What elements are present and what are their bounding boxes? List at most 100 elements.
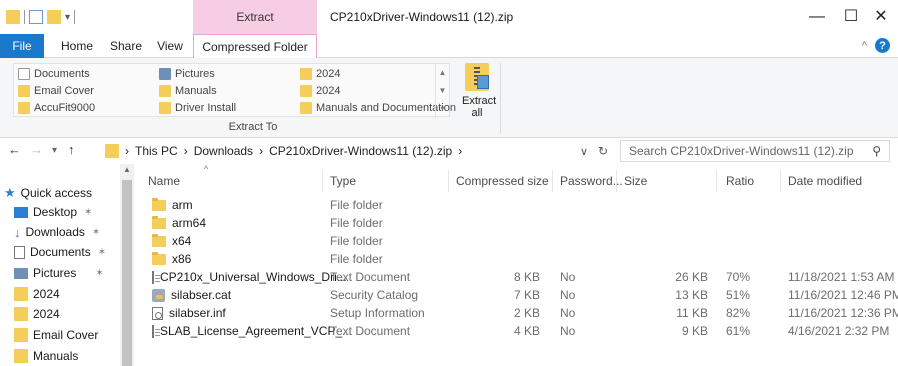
file-type: Text Document: [330, 324, 411, 338]
file-row[interactable]: x86 File folder: [140, 250, 898, 268]
forward-arrow-icon[interactable]: →: [30, 142, 43, 157]
file-row[interactable]: x64 File folder: [140, 232, 898, 250]
gallery-item-manuals[interactable]: Manuals: [159, 83, 217, 99]
scroll-up-icon[interactable]: ▲: [123, 165, 131, 174]
new-folder-icon[interactable]: [47, 10, 61, 24]
nav-item-2024-a[interactable]: 2024: [14, 284, 60, 304]
file-compressed-size: 7 KB: [513, 288, 540, 302]
tab-compressed-folder-tools[interactable]: Compressed Folder Tools: [193, 34, 317, 78]
address-bar[interactable]: › This PC › Downloads › CP210xDriver-Win…: [100, 140, 615, 162]
divider: [716, 170, 717, 192]
gallery-label: 2024: [316, 85, 341, 97]
nav-quick-access[interactable]: ★ Quick access: [4, 183, 92, 203]
nav-label: Manuals: [33, 349, 79, 363]
scroll-down-icon[interactable]: ▼: [436, 82, 449, 100]
file-row[interactable]: CP210x_Universal_Windows_Dri... Text Doc…: [140, 268, 898, 286]
extract-all-button[interactable]: Extract all: [462, 63, 496, 123]
file-row[interactable]: silabser.cat Security Catalog 7 KB No 13…: [140, 286, 898, 304]
pin-icon[interactable]: ✶: [98, 247, 106, 258]
gallery-item-2024-b[interactable]: 2024: [300, 83, 340, 99]
file-ratio: 51%: [726, 288, 751, 302]
column-header-ratio[interactable]: Ratio: [726, 170, 754, 192]
tab-share[interactable]: Share: [106, 34, 146, 58]
file-row[interactable]: arm64 File folder: [140, 214, 898, 232]
column-header-name[interactable]: Name: [148, 170, 180, 192]
breadcrumb-zip[interactable]: CP210xDriver-Windows11 (12).zip: [269, 144, 452, 158]
gallery-item-2024-a[interactable]: 2024: [300, 66, 340, 82]
documents-icon: [14, 245, 25, 259]
pin-icon[interactable]: ✶: [84, 207, 92, 218]
pin-icon[interactable]: ✶: [92, 227, 100, 238]
file-ratio: 82%: [726, 306, 751, 320]
folder-icon: [152, 233, 166, 247]
gallery-item-manuals-docs[interactable]: Manuals and Documentation: [300, 100, 456, 116]
search-input[interactable]: Search CP210xDriver-Windows11 (12).zip ⚲: [620, 140, 890, 162]
gallery-item-pictures[interactable]: Pictures: [159, 66, 215, 82]
nav-scrollbar[interactable]: ▲: [120, 164, 134, 366]
gallery-item-driver-install[interactable]: Driver Install: [159, 100, 236, 116]
scroll-up-icon[interactable]: ▲: [436, 64, 449, 82]
file-date: 11/16/2021 12:36 PM: [788, 306, 898, 320]
chevron-up-icon[interactable]: ^: [862, 40, 867, 52]
ribbon-tabs: File Home Share View Compressed Folder T…: [0, 34, 898, 78]
column-header-compressed-size[interactable]: Compressed size: [456, 170, 549, 192]
column-header-type[interactable]: Type: [330, 170, 356, 192]
file-name: x86: [152, 250, 322, 268]
customize-qat-icon[interactable]: ▾: [65, 12, 70, 23]
maximize-button[interactable]: ☐: [834, 6, 868, 28]
folder-icon: [14, 307, 28, 321]
folder-icon: [300, 102, 312, 114]
folder-icon: [6, 10, 20, 24]
recent-locations-icon[interactable]: ▾: [52, 145, 57, 156]
gallery-item-documents[interactable]: Documents: [18, 66, 90, 82]
scrollbar-thumb[interactable]: [122, 180, 132, 366]
back-arrow-icon[interactable]: ←: [8, 142, 21, 157]
minimize-button[interactable]: —: [800, 6, 834, 28]
tab-home[interactable]: Home: [56, 34, 98, 58]
desktop-icon: [14, 206, 28, 218]
close-button[interactable]: ✕: [864, 6, 898, 28]
file-password: No: [560, 288, 576, 302]
gallery-item-email-cover[interactable]: Email Cover: [18, 83, 94, 99]
column-header-password[interactable]: Password...: [560, 170, 623, 192]
column-header-size[interactable]: Size: [624, 170, 647, 192]
gallery-more-icon[interactable]: ▾: [436, 100, 449, 118]
file-type: File folder: [330, 252, 383, 266]
file-name-text: silabser.inf: [169, 306, 226, 320]
properties-icon[interactable]: [29, 10, 43, 24]
contextual-tab-header: Extract: [193, 0, 317, 34]
tab-file[interactable]: File: [0, 34, 44, 58]
file-row[interactable]: arm File folder: [140, 196, 898, 214]
file-name: arm64: [152, 214, 322, 232]
nav-item-pictures[interactable]: Pictures ✶: [14, 263, 104, 283]
nav-item-email-cover[interactable]: Email Cover: [14, 325, 98, 345]
file-size: 9 KB: [681, 324, 708, 338]
up-arrow-icon[interactable]: ↑: [68, 142, 75, 157]
gallery-scroll[interactable]: ▲ ▼ ▾: [435, 64, 449, 118]
sort-indicator-icon: ^: [204, 164, 209, 174]
nav-item-documents[interactable]: Documents ✶: [14, 242, 106, 262]
gallery-item-accufit[interactable]: AccuFit9000: [18, 100, 95, 116]
ribbon-panel: Documents Email Cover AccuFit9000 Pictur…: [0, 58, 898, 138]
pin-icon[interactable]: ✶: [95, 268, 103, 279]
nav-item-desktop[interactable]: Desktop ✶: [14, 202, 92, 222]
quick-access-toolbar: ▾: [6, 8, 76, 26]
file-row[interactable]: SLAB_License_Agreement_VCP_... Text Docu…: [140, 322, 898, 340]
group-label-extract-to: Extract To: [228, 121, 278, 133]
breadcrumb-this-pc[interactable]: This PC: [135, 144, 178, 158]
window-title: CP210xDriver-Windows11 (12).zip: [330, 10, 514, 24]
breadcrumb-separator: ›: [125, 144, 129, 158]
nav-item-downloads[interactable]: ↓ Downloads ✶: [14, 222, 100, 242]
column-header-date-modified[interactable]: Date modified: [788, 170, 862, 192]
nav-item-2024-b[interactable]: 2024: [14, 304, 60, 324]
file-row[interactable]: silabser.inf Setup Information 2 KB No 1…: [140, 304, 898, 322]
address-dropdown-icon[interactable]: ∨: [580, 145, 588, 158]
search-icon[interactable]: ⚲: [872, 144, 881, 158]
refresh-icon[interactable]: ↻: [598, 144, 608, 158]
nav-item-manuals[interactable]: Manuals: [14, 346, 78, 366]
tab-view[interactable]: View: [152, 34, 188, 58]
breadcrumb-downloads[interactable]: Downloads: [194, 144, 253, 158]
extract-to-gallery: Documents Email Cover AccuFit9000 Pictur…: [13, 63, 456, 118]
help-icon[interactable]: ?: [875, 38, 890, 53]
text-document-icon: [152, 324, 160, 338]
